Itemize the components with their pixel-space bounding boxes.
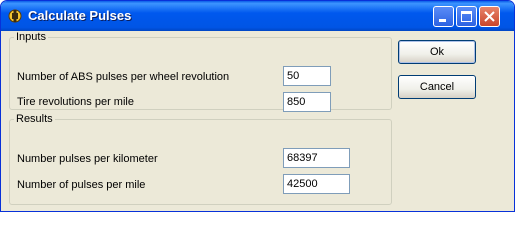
title-bar[interactable]: Calculate Pulses [1,1,514,31]
dialog-body: Inputs Number of ABS pulses per wheel re… [5,31,510,207]
pulses-km-field[interactable]: 68397 [283,148,350,168]
tire-revs-field[interactable]: 850 [283,92,331,112]
window-title: Calculate Pulses [28,8,132,23]
abs-pulses-label: Number of ABS pulses per wheel revolutio… [17,71,230,83]
results-legend: Results [16,113,53,125]
minimize-icon [439,19,446,22]
close-button[interactable] [479,6,500,27]
pulses-km-label: Number pulses per kilometer [17,153,158,165]
inputs-legend: Inputs [16,31,46,43]
inputs-group: Inputs Number of ABS pulses per wheel re… [9,31,392,112]
calculate-pulses-window: Calculate Pulses Inputs Number of ABS pu… [0,0,515,212]
abs-pulses-field[interactable]: 50 [283,66,331,86]
tire-revs-label: Tire revolutions per mile [17,96,134,108]
ok-button[interactable]: Ok [398,40,476,64]
maximize-button[interactable] [456,6,477,27]
close-icon [484,11,495,22]
pulses-mile-field[interactable]: 42500 [283,174,350,194]
cancel-button[interactable]: Cancel [398,75,476,99]
results-group: Results Number pulses per kilometer 6839… [9,113,392,205]
pulses-mile-label: Number of pulses per mile [17,179,146,191]
minimize-button[interactable] [433,6,454,27]
maximize-icon [461,11,472,22]
app-icon [7,8,23,24]
